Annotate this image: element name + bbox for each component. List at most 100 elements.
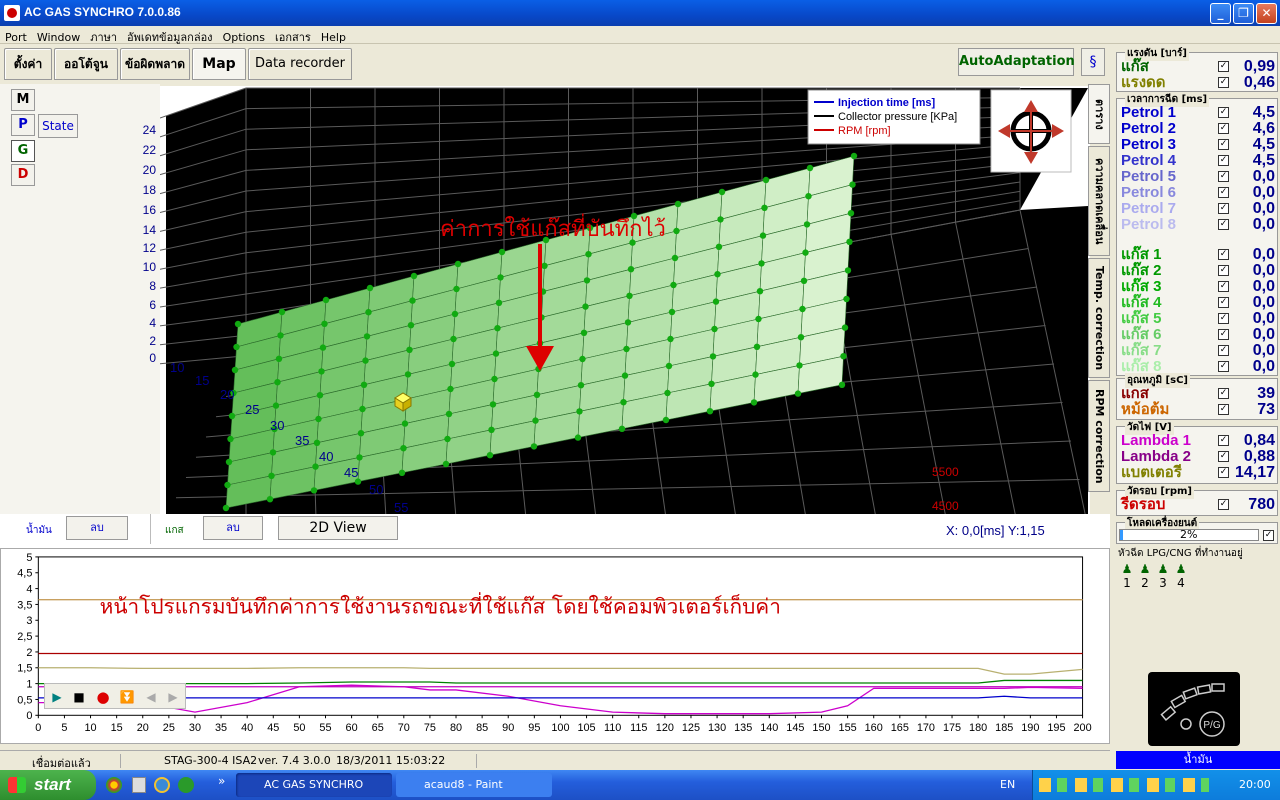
pressure-gas-checkbox[interactable]: ✓ [1218, 61, 1229, 72]
gas-5-checkbox[interactable]: ✓ [1218, 313, 1229, 324]
gas-4-checkbox[interactable]: ✓ [1218, 297, 1229, 308]
petrol-delete-button[interactable]: ลบ [66, 516, 128, 540]
chart-x-tick: 150 [812, 722, 830, 734]
mode-m-button[interactable]: M [11, 89, 35, 111]
rpm-checkbox[interactable]: ✓ [1218, 499, 1229, 510]
gas-6-checkbox[interactable]: ✓ [1218, 329, 1229, 340]
gas-8-checkbox[interactable]: ✓ [1218, 361, 1229, 372]
gas-7-checkbox[interactable]: ✓ [1218, 345, 1229, 356]
tab-data-recorder[interactable]: Data recorder [248, 48, 352, 80]
gas-5-value: 0,0 [1252, 310, 1275, 327]
chart-plot-area [37, 556, 1084, 716]
playback-controls: ▶ ■ ● ⏬ ◀ ▶ [44, 683, 186, 709]
chart-x-tick: 30 [189, 722, 201, 734]
ie-icon[interactable] [154, 777, 170, 793]
map-point [407, 322, 415, 329]
close-button[interactable]: ✕ [1256, 3, 1277, 24]
temp-reducer-checkbox[interactable]: ✓ [1218, 404, 1229, 415]
temp-gas-checkbox[interactable]: ✓ [1218, 388, 1229, 399]
chart-x-tick: 95 [528, 722, 540, 734]
tab-work-table[interactable]: ตารางทำงาน [1088, 84, 1110, 144]
recorder-chart[interactable]: 5 4,5 4 3,5 3 2,5 2 1,5 1 0,5 00 5 10 15 20 25 30 35 40 45 5… [0, 548, 1110, 744]
play-icon[interactable]: ▶ [47, 687, 67, 707]
petrol-8-value: 0,0 [1252, 216, 1275, 233]
petrol-3-checkbox[interactable]: ✓ [1218, 139, 1229, 150]
map-point [753, 343, 761, 350]
petrol-1-checkbox[interactable]: ✓ [1218, 107, 1229, 118]
petrol-8-checkbox[interactable]: ✓ [1218, 219, 1229, 230]
restore-button[interactable]: ❐ [1233, 3, 1254, 24]
gas-2-checkbox[interactable]: ✓ [1218, 265, 1229, 276]
task-paint[interactable]: acaud8 - Paint [396, 773, 552, 797]
lambda1-checkbox[interactable]: ✓ [1218, 435, 1229, 446]
prev-icon[interactable]: ◀ [141, 687, 161, 707]
minimize-button[interactable]: _ [1210, 3, 1231, 24]
fuel-switch-gauge[interactable]: P/G [1148, 672, 1240, 746]
mode-d-button[interactable]: D [11, 164, 35, 186]
language-indicator[interactable]: EN [1000, 778, 1015, 791]
quicklaunch-more-icon[interactable]: » [218, 774, 225, 788]
download-icon[interactable]: ⏬ [117, 687, 137, 707]
petrol-7-label: Petrol 7 [1121, 200, 1177, 217]
gas-7-label: แก๊ส 7 [1121, 342, 1162, 359]
tab-rpm-correction[interactable]: RPM correction [1088, 380, 1110, 492]
2d-view-button[interactable]: 2D View [278, 516, 398, 540]
map-point [269, 449, 277, 456]
tab-errors[interactable]: ข้อผิดพลาด [120, 48, 190, 80]
stop-icon[interactable]: ■ [69, 687, 89, 707]
map-point [800, 277, 808, 284]
map-point [365, 309, 372, 316]
rotate-control-icon[interactable] [990, 89, 1072, 173]
lambda2-row: Lambda 2 ✓ 0,88 [1121, 449, 1275, 465]
lambda2-checkbox[interactable]: ✓ [1218, 451, 1229, 462]
petrol-5-checkbox[interactable]: ✓ [1218, 171, 1229, 182]
task-ac-gas-synchro[interactable]: AC GAS SYNCHRO [236, 773, 392, 797]
browser-icon[interactable] [178, 777, 194, 793]
map-point [621, 372, 629, 379]
battery-checkbox[interactable]: ✓ [1218, 467, 1229, 478]
tab-autotune[interactable]: ออโต้จูน [54, 48, 118, 80]
map-y-tick: 12 [143, 241, 157, 255]
rpm-row: รีดรอบ ✓ 780 [1121, 497, 1275, 513]
pressure-vacuum-checkbox[interactable]: ✓ [1218, 77, 1229, 88]
map-3d-plot[interactable]: 24 22 20 18 16 14 12 10 8 6 4 2 0 10 15 … [160, 86, 1090, 518]
petrol-6-checkbox[interactable]: ✓ [1218, 187, 1229, 198]
gas-3-checkbox[interactable]: ✓ [1218, 281, 1229, 292]
map-point [627, 266, 635, 273]
side-tabs: ตารางทำงาน ความคลาดเคลื่อน Temp. correct… [1088, 84, 1110, 494]
record-icon[interactable]: ● [93, 687, 113, 707]
load-checkbox[interactable]: ✓ [1263, 530, 1274, 541]
chart-x-tick: 130 [708, 722, 726, 734]
autoadaptation-button[interactable]: AutoAdaptation [958, 48, 1075, 76]
map-point [363, 333, 371, 340]
tab-temp-correction[interactable]: Temp. correction [1088, 258, 1110, 378]
injector-icon: ♟ [1139, 562, 1151, 576]
map-point [805, 193, 812, 200]
gas-delete-button[interactable]: ลบ [203, 516, 263, 540]
gas-1-checkbox[interactable]: ✓ [1218, 249, 1229, 260]
mode-p-button[interactable]: P [11, 114, 35, 136]
gas-5-row: แก๊ส 5 ✓ 0,0 [1121, 311, 1275, 327]
tray-icons[interactable] [1039, 778, 1209, 792]
chrome-icon[interactable] [106, 777, 122, 793]
tab-map[interactable]: Map [192, 48, 246, 80]
petrol-4-checkbox[interactable]: ✓ [1218, 155, 1229, 166]
notepad-icon[interactable] [132, 777, 146, 793]
tab-deviation[interactable]: ความคลาดเคลื่อน [1088, 146, 1110, 256]
next-icon[interactable]: ▶ [163, 687, 183, 707]
mode-g-button[interactable]: G [11, 140, 35, 162]
petrol-2-checkbox[interactable]: ✓ [1218, 123, 1229, 134]
status-device: STAG-300-4 ISA2 [164, 754, 258, 767]
map-point [313, 439, 321, 446]
chart-x-tick: 70 [398, 722, 410, 734]
map-point [714, 271, 721, 278]
tab-settings[interactable]: ตั้งค่า [4, 48, 52, 80]
paperclip-icon[interactable]: § [1081, 48, 1105, 76]
state-button[interactable]: State [38, 114, 78, 138]
injector-number: 4 [1177, 576, 1185, 590]
petrol-6-value: 0,0 [1252, 184, 1275, 201]
map-point [278, 308, 286, 316]
petrol-7-checkbox[interactable]: ✓ [1218, 203, 1229, 214]
petrol-3-label: Petrol 3 [1121, 136, 1177, 153]
start-button[interactable]: start [0, 770, 96, 800]
